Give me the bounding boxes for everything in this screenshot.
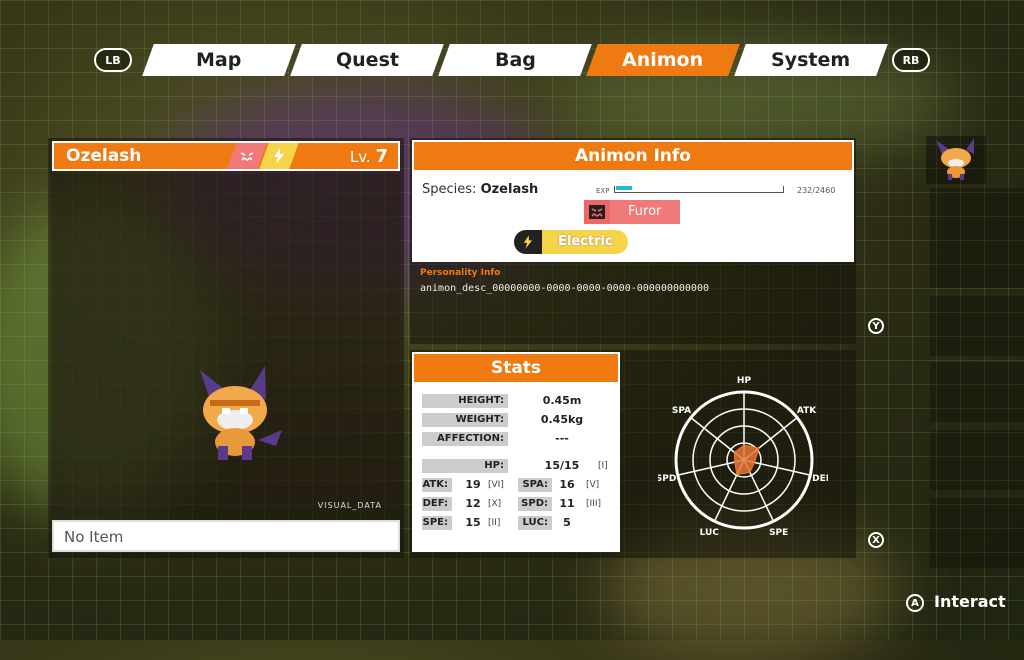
animon-info-panel: Animon Info Species: Ozelash EXP 232/246… [410,138,856,344]
spe-rank: [II] [488,518,501,528]
radar-axis-label-def: DEF [812,474,828,484]
def-rank: [X] [488,499,502,509]
level-prefix: Lv. [349,148,371,166]
a-button-icon: A [906,594,924,612]
animon-sprite [200,366,282,460]
hp-label: HP: [422,459,508,473]
spe-label: SPE: [422,516,452,530]
stats-panel: Stats HEIGHT: 0.45m WEIGHT: 0.45kg AFFEC… [410,350,856,558]
personality-label: Personality Info [420,268,501,278]
species-label: Species: [422,182,477,197]
element-badge: Electric [514,230,628,254]
y-button-icon[interactable]: Y [868,318,884,334]
luc-label: LUC: [518,516,552,530]
party-slot[interactable] [930,498,1024,568]
hp-rank: [I] [598,461,608,471]
level-value: 7 [375,146,388,167]
hp-value: 15/15 [544,459,580,472]
radar-axis-label-hp: HP [737,376,752,386]
tab-bag-label: Bag [494,49,536,71]
exp-bar [614,186,784,193]
spa-value: 16 [559,478,575,491]
affection-label: AFFECTION: [422,432,508,446]
atk-rank: [VI] [488,480,504,490]
exp-label: EXP [596,187,610,195]
furor-icon [584,200,610,224]
trait-text: Furor [628,204,662,219]
radar-axis-label-spa: SPA [672,406,691,416]
party-slot[interactable] [930,296,1024,356]
personality-text: animon_desc_00000000-0000-0000-0000-0000… [420,283,709,294]
tab-system[interactable]: System [734,44,888,76]
tab-map-label: Map [196,49,242,71]
animon-info-body: Species: Ozelash EXP 232/2460 Furor Elec… [412,172,854,262]
species-value: Ozelash [480,182,539,197]
def-value: 12 [465,497,481,510]
radar-stat-shape [733,444,760,476]
tab-bag[interactable]: Bag [438,44,592,76]
radar-axis-label-spe: SPE [769,528,788,538]
stats-header: Stats [412,352,620,384]
weight-value: 0.45kg [540,413,584,426]
stats-body: HEIGHT: 0.45m WEIGHT: 0.45kg AFFECTION: … [412,384,620,552]
party-slot[interactable] [930,430,1024,490]
interact-prompt[interactable]: Interact [934,592,1006,611]
name-bar: Ozelash Lv. 7 [52,141,400,171]
animon-sprite-area: VISUAL_DATA [52,174,400,516]
stat-radar-chart: HP ATK DEF SPE LUC SPD SPA [658,376,828,538]
def-label: DEF: [422,497,452,511]
exp-bar-fill [616,186,632,190]
height-value: 0.45m [542,394,582,407]
lightning-icon [514,230,542,254]
spa-label: SPA: [518,478,552,492]
left-bumper-button[interactable]: LB [94,48,132,72]
party-slot[interactable] [930,362,1024,422]
party-slot[interactable] [930,188,1024,288]
height-label: HEIGHT: [422,394,508,408]
affection-value: --- [555,432,569,445]
tab-quest-label: Quest [335,49,399,71]
tab-animon[interactable]: Animon [586,44,740,76]
x-button-icon[interactable]: X [868,532,884,548]
element-text: Electric [558,234,613,249]
level-display: Lv. 7 [350,146,388,167]
animon-name: Ozelash [66,146,142,166]
atk-value: 19 [465,478,481,491]
radar-axis-label-luc: LUC [700,528,720,538]
animon-portrait-panel: Ozelash Lv. 7 VISUAL_DATA No Item [48,138,404,558]
spd-rank: [III] [586,499,601,509]
party-sprite [936,138,974,180]
top-tab-bar: LB Map Quest Bag Animon System RB [90,44,936,76]
held-item-text: No Item [64,528,124,546]
radar-axis-label-atk: ATK [797,406,817,416]
tab-system-label: System [771,49,851,71]
exp-value: 232/2460 [797,186,836,195]
party-portrait[interactable] [926,136,986,184]
tab-map[interactable]: Map [142,44,296,76]
tab-quest[interactable]: Quest [290,44,444,76]
right-bumper-button[interactable]: RB [892,48,930,72]
spa-rank: [V] [586,480,600,490]
species-line: Species: Ozelash [422,182,538,197]
held-item-slot[interactable]: No Item [52,520,400,552]
spd-label: SPD: [518,497,552,511]
trait-badge: Furor [584,200,680,224]
tab-animon-label: Animon [622,49,704,71]
luc-value: 5 [563,516,571,529]
visual-data-label: VISUAL_DATA [317,501,382,510]
radar-axis-label-spd: SPD [658,474,676,484]
weight-label: WEIGHT: [422,413,508,427]
atk-label: ATK: [422,478,452,492]
spe-value: 15 [465,516,481,529]
spd-value: 11 [559,497,575,510]
animon-info-header: Animon Info [412,140,854,172]
